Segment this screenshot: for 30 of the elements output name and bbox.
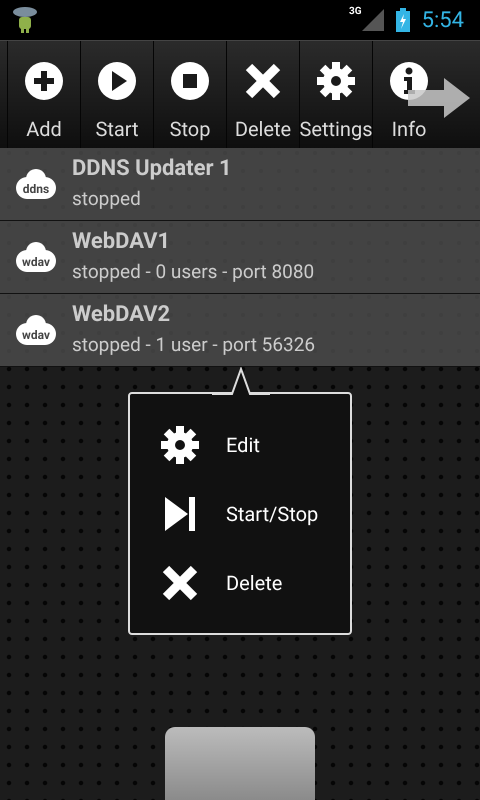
service-name: WebDAV2 (72, 301, 172, 329)
service-status: stopped - 1 user - port 56326 (72, 332, 316, 358)
toolbar-button[interactable]: Start (80, 41, 153, 148)
clock: 5:54 (422, 6, 464, 34)
android-app-icon (12, 5, 38, 35)
service-name: WebDAV1 (72, 228, 172, 256)
battery-icon (396, 8, 410, 32)
plus-icon (24, 61, 64, 101)
toolbar-button[interactable]: Delete (226, 41, 299, 148)
service-status: stopped - 0 users - port 8080 (72, 259, 314, 285)
signal-icon (362, 9, 384, 31)
play-icon (97, 61, 137, 101)
drawer-handle[interactable] (165, 727, 315, 800)
toolbar-button[interactable]: Settings (299, 41, 372, 148)
menu-item[interactable]: Edit (130, 410, 350, 479)
stop-icon (170, 61, 210, 101)
menu-item[interactable]: Start/Stop (130, 479, 350, 548)
settings-icon (160, 424, 200, 464)
service-row[interactable]: wdav WebDAV1 stopped - 0 users - port 8080 (0, 221, 480, 294)
close-icon (243, 61, 283, 101)
toolbar-button[interactable]: Add (7, 41, 80, 148)
service-name: DDNS Updater 1 (72, 155, 232, 183)
settings-icon (316, 61, 356, 101)
service-row[interactable]: wdav WebDAV2 stopped - 1 user - port 56326 (0, 294, 480, 367)
arrow-right-icon[interactable] (408, 78, 470, 118)
menu-item[interactable]: Delete (130, 548, 350, 617)
service-status: stopped (72, 186, 142, 212)
toolbar-button[interactable]: Stop (153, 41, 226, 148)
service-row[interactable]: ddns DDNS Updater 1 stopped (0, 148, 480, 221)
network-type: 3G (349, 5, 362, 19)
